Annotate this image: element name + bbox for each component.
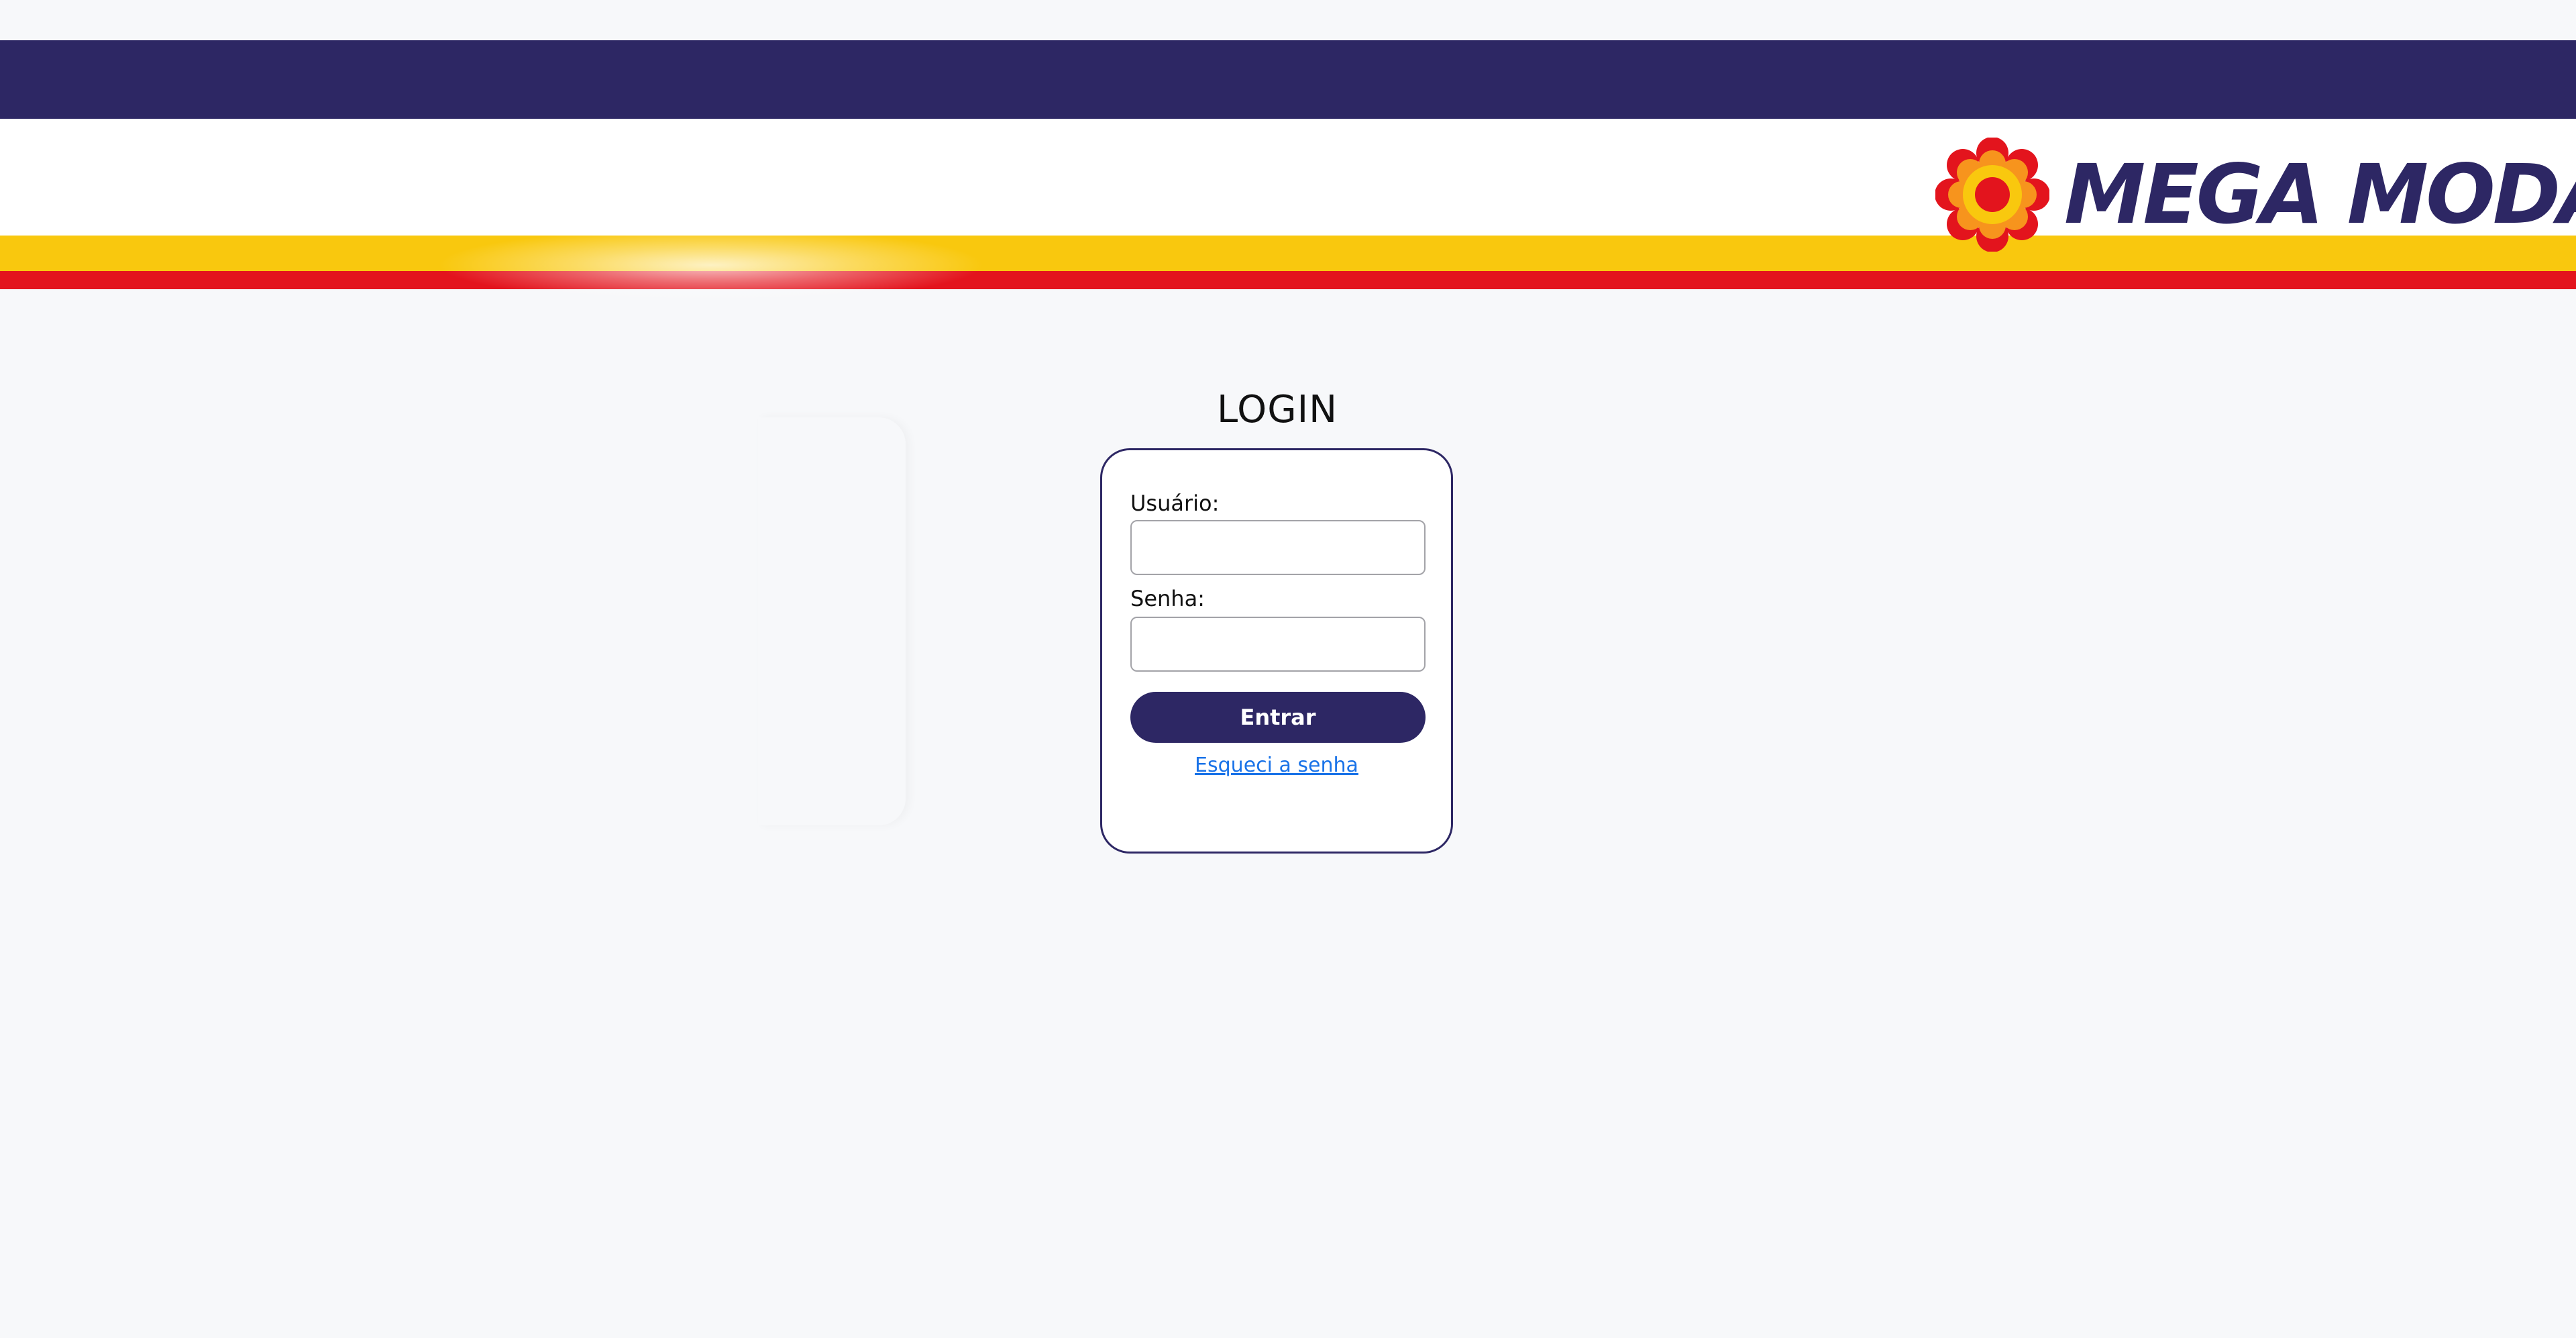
password-label: Senha: (1130, 586, 1205, 611)
flower-logo-icon (1935, 138, 2049, 252)
password-input[interactable] (1130, 617, 1426, 672)
header-red-stripe (0, 271, 2576, 289)
username-input[interactable] (1130, 520, 1426, 575)
brand-logo: MEGA MODA (1935, 138, 2576, 252)
username-label: Usuário: (1130, 491, 1220, 516)
login-form: Usuário: Senha: Entrar Esqueci a senha (1100, 448, 1453, 854)
background-panel-shadow (758, 417, 906, 825)
brand-name: MEGA MODA (2064, 147, 2576, 242)
header-navy-band (0, 40, 2576, 119)
login-submit-button[interactable]: Entrar (1130, 692, 1426, 743)
login-title: LOGIN (1216, 388, 1338, 431)
top-gap (0, 0, 2576, 40)
forgot-password-link[interactable]: Esqueci a senha (1102, 754, 1451, 777)
